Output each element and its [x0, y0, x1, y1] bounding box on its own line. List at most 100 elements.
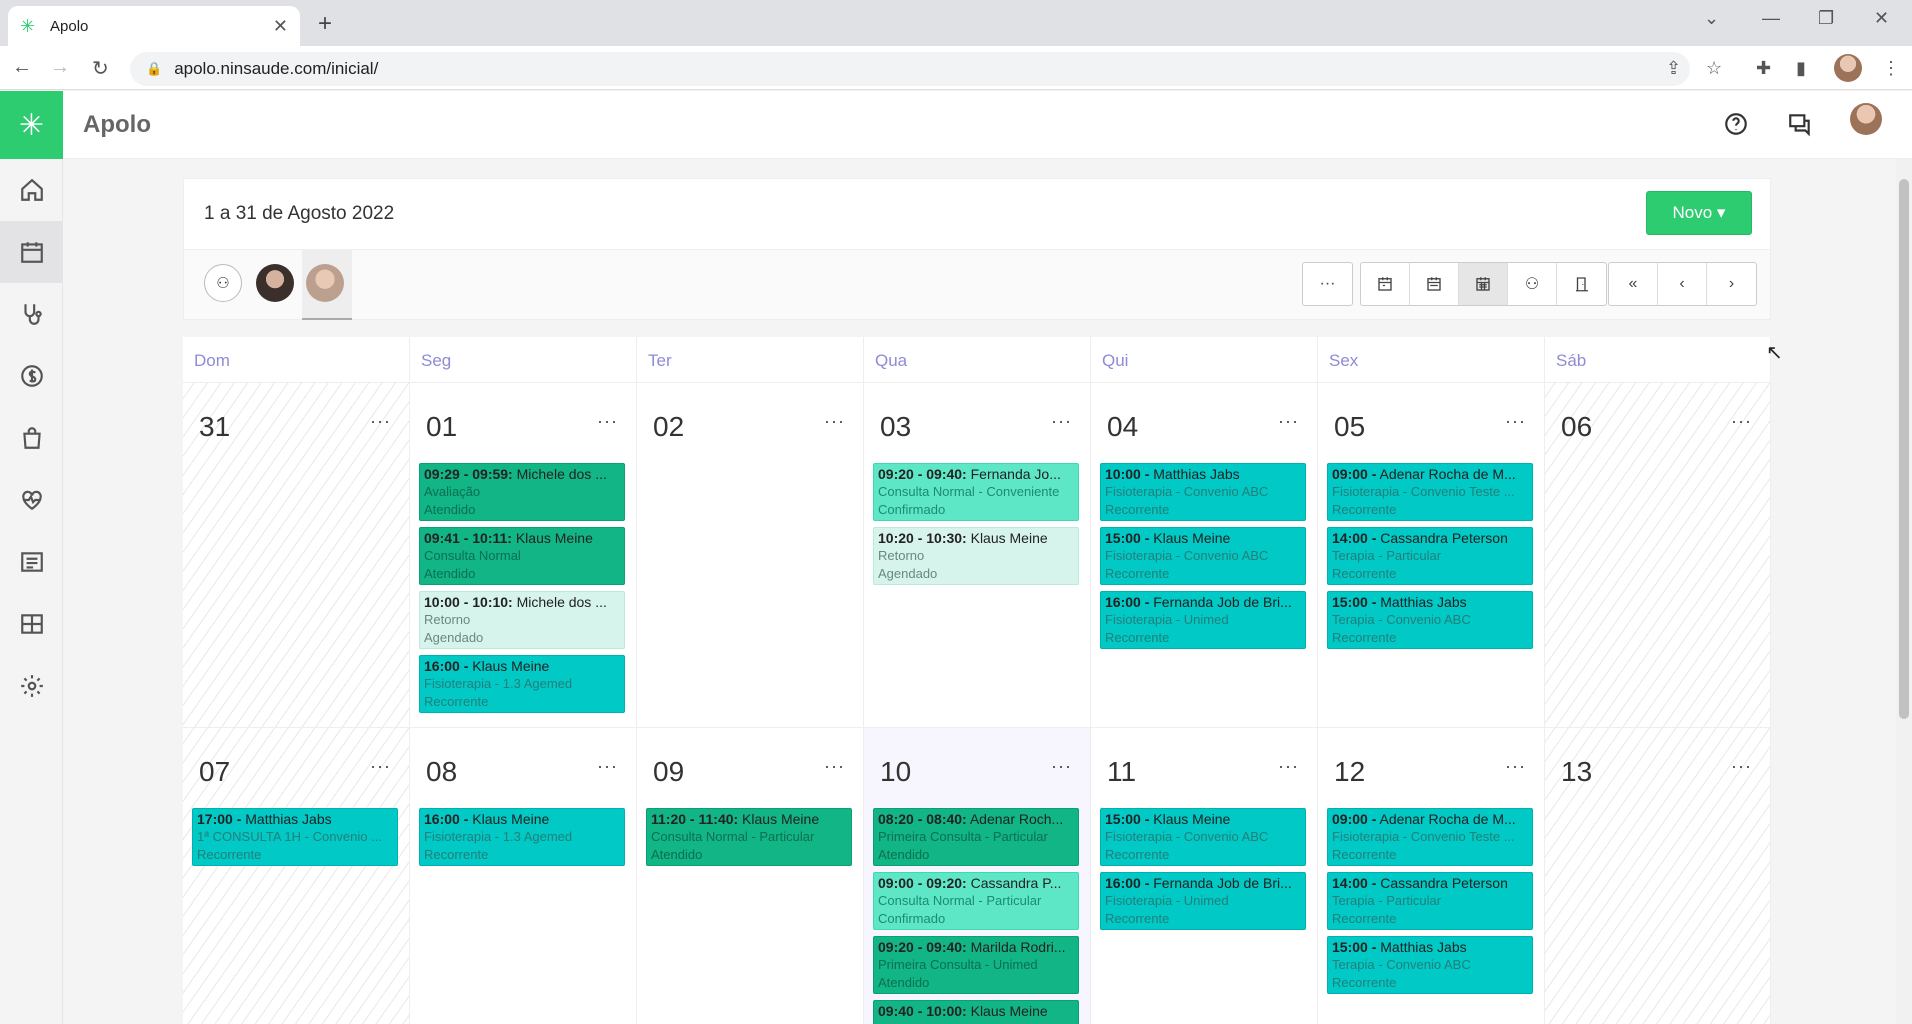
- day-cell[interactable]: 12 ··· 09:00 - Adenar Rocha de M... Fisiote…: [1318, 728, 1545, 1024]
- back-icon[interactable]: ←: [12, 56, 32, 79]
- sidebar-item-home[interactable]: [0, 159, 63, 221]
- appointment-card[interactable]: 15:00 - Matthias Jabs Terapia - Convenio …: [1327, 591, 1533, 649]
- month-view-button[interactable]: [1459, 263, 1508, 305]
- appointment-status: Recorrente: [1332, 566, 1397, 581]
- day-cell[interactable]: 05 ··· 09:00 - Adenar Rocha de M... Fisiote…: [1318, 383, 1545, 728]
- day-more-icon[interactable]: ···: [1051, 756, 1072, 777]
- user-avatar[interactable]: [1850, 103, 1882, 135]
- appointment-card[interactable]: 08:20 - 08:40: Adenar Roch... Primeira Co…: [873, 808, 1079, 866]
- appointment-card[interactable]: 14:00 - Cassandra Peterson Terapia - Part…: [1327, 872, 1533, 930]
- appointment-card[interactable]: 10:00 - Matthias Jabs Fisioterapia - Conv…: [1100, 463, 1306, 521]
- appointment-card[interactable]: 16:00 - Fernanda Job de Bri... Fisioterap…: [1100, 591, 1306, 649]
- appointment-card[interactable]: 17:00 - Matthias Jabs 1ª CONSULTA 1H - Co…: [192, 808, 398, 866]
- appointment-card[interactable]: 16:00 - Fernanda Job de Bri... Fisioterap…: [1100, 872, 1306, 930]
- appointment-title: 08:20 - 08:40: Adenar Roch...: [878, 811, 1074, 828]
- sidebar-item-clinical[interactable]: [0, 283, 63, 345]
- browser-profile-avatar[interactable]: [1834, 54, 1862, 82]
- help-icon[interactable]: [1723, 111, 1749, 137]
- day-cell[interactable]: 02 ···: [637, 383, 864, 728]
- browser-tab[interactable]: ✳ Apolo ✕: [8, 6, 300, 46]
- sidebar-item-shop[interactable]: [0, 407, 63, 469]
- app-logo-icon[interactable]: ✳: [0, 91, 63, 159]
- day-more-icon[interactable]: ···: [1731, 756, 1752, 777]
- day-more-icon[interactable]: ···: [1278, 756, 1299, 777]
- appointment-card[interactable]: 09:29 - 09:59: Michele dos ... Avaliação A…: [419, 463, 625, 521]
- scrollbar-thumb[interactable]: [1899, 179, 1909, 719]
- appointment-card[interactable]: 09:20 - 09:40: Marilda Rodri... Primeira …: [873, 936, 1079, 994]
- day-cell[interactable]: 09 ··· 11:20 - 11:40: Klaus Meine Consulta …: [637, 728, 864, 1024]
- appointment-card[interactable]: 15:00 - Klaus Meine Fisioterapia - Conven…: [1100, 527, 1306, 585]
- day-cell[interactable]: 01 ··· 09:29 - 09:59: Michele dos ... Avali…: [410, 383, 637, 728]
- appointment-time: 15:00 -: [1332, 594, 1377, 610]
- day-more-icon[interactable]: ···: [1051, 411, 1072, 432]
- day-view-button[interactable]: [1361, 263, 1410, 305]
- professional-view-button[interactable]: ⚇: [1508, 263, 1557, 305]
- close-tab-icon[interactable]: ✕: [273, 16, 288, 37]
- restore-icon[interactable]: ❐: [1818, 8, 1834, 29]
- day-more-icon[interactable]: ···: [597, 411, 618, 432]
- chat-icon[interactable]: [1787, 111, 1813, 137]
- page-scrollbar[interactable]: [1896, 159, 1912, 1024]
- appointment-card[interactable]: 10:00 - 10:10: Michele dos ... Retorno Age…: [419, 591, 625, 649]
- day-more-icon[interactable]: ···: [370, 756, 391, 777]
- day-more-icon[interactable]: ···: [1505, 411, 1526, 432]
- day-cell[interactable]: 06 ···: [1545, 383, 1771, 728]
- more-options-button[interactable]: ···: [1303, 263, 1352, 305]
- day-cell[interactable]: 07 ··· 17:00 - Matthias Jabs 1ª CONSULTA 1H…: [183, 728, 410, 1024]
- appointment-card[interactable]: 10:20 - 10:30: Klaus Meine Retorno Agendad…: [873, 527, 1079, 585]
- day-more-icon[interactable]: ···: [824, 411, 845, 432]
- day-cell[interactable]: 08 ··· 16:00 - Klaus Meine Fisioterapia - 1…: [410, 728, 637, 1024]
- day-more-icon[interactable]: ···: [1505, 756, 1526, 777]
- tab-search-icon[interactable]: ⌄: [1704, 8, 1719, 29]
- browser-menu-icon[interactable]: ⋮: [1882, 58, 1900, 79]
- day-more-icon[interactable]: ···: [597, 756, 618, 777]
- appointment-card[interactable]: 09:00 - Adenar Rocha de M... Fisioterapia…: [1327, 463, 1533, 521]
- sidebar-item-reports[interactable]: [0, 531, 63, 593]
- minimize-icon[interactable]: —: [1762, 8, 1780, 29]
- day-cell[interactable]: 11 ··· 15:00 - Klaus Meine Fisioterapia - C…: [1091, 728, 1318, 1024]
- sidebar-item-dashboard[interactable]: [0, 593, 63, 655]
- appointment-card[interactable]: 09:20 - 09:40: Fernanda Jo... Consulta No…: [873, 463, 1079, 521]
- previous-button[interactable]: ‹: [1658, 263, 1707, 305]
- day-cell[interactable]: 13 ···: [1545, 728, 1771, 1024]
- sidebar-item-health[interactable]: [0, 469, 63, 531]
- sidebar-item-calendar[interactable]: [0, 221, 63, 283]
- appointment-card[interactable]: 09:40 - 10:00: Klaus Meine: [873, 1000, 1079, 1024]
- appointment-card[interactable]: 16:00 - Klaus Meine Fisioterapia - 1.3 Ag…: [419, 808, 625, 866]
- day-cell[interactable]: 10 ··· 08:20 - 08:40: Adenar Roch... Primei…: [864, 728, 1091, 1024]
- url-field[interactable]: 🔒 apolo.ninsaude.com/inicial/: [130, 52, 1690, 86]
- reload-icon[interactable]: ↻: [92, 56, 109, 81]
- side-panel-icon[interactable]: ▮: [1796, 58, 1806, 79]
- week-view-button[interactable]: [1410, 263, 1459, 305]
- appointment-card[interactable]: 09:41 - 10:11: Klaus Meine Consulta Norma…: [419, 527, 625, 585]
- new-tab-icon[interactable]: +: [318, 10, 332, 38]
- appointment-card[interactable]: 15:00 - Matthias Jabs Terapia - Convenio …: [1327, 936, 1533, 994]
- close-window-icon[interactable]: ✕: [1874, 8, 1889, 29]
- day-more-icon[interactable]: ···: [1278, 411, 1299, 432]
- room-view-button[interactable]: [1557, 263, 1606, 305]
- appointment-card[interactable]: 15:00 - Klaus Meine Fisioterapia - Conven…: [1100, 808, 1306, 866]
- forward-icon[interactable]: →: [50, 56, 70, 79]
- sidebar-item-finance[interactable]: [0, 345, 63, 407]
- appointment-card[interactable]: 11:20 - 11:40: Klaus Meine Consulta Norma…: [646, 808, 852, 866]
- today-button[interactable]: «: [1609, 263, 1658, 305]
- day-more-icon[interactable]: ···: [824, 756, 845, 777]
- day-cell[interactable]: 04 ··· 10:00 - Matthias Jabs Fisioterapia -…: [1091, 383, 1318, 728]
- appointment-card[interactable]: 09:00 - 09:20: Cassandra P... Consulta No…: [873, 872, 1079, 930]
- day-more-icon[interactable]: ···: [370, 411, 391, 432]
- sidebar-item-settings[interactable]: [0, 655, 63, 717]
- day-more-icon[interactable]: ···: [1731, 411, 1752, 432]
- day-cell[interactable]: 03 ··· 09:20 - 09:40: Fernanda Jo... Consul…: [864, 383, 1091, 728]
- share-icon[interactable]: ⇪: [1666, 58, 1681, 79]
- appointment-card[interactable]: 09:00 - Adenar Rocha de M... Fisioterapia…: [1327, 808, 1533, 866]
- appointment-card[interactable]: 14:00 - Cassandra Peterson Terapia - Part…: [1327, 527, 1533, 585]
- appointment-card[interactable]: 16:00 - Klaus Meine Fisioterapia - 1.3 Ag…: [419, 655, 625, 713]
- day-cell[interactable]: 31 ···: [183, 383, 410, 728]
- all-professionals-filter[interactable]: ⚇: [204, 264, 242, 302]
- extensions-icon[interactable]: ✚: [1756, 58, 1771, 79]
- professional-avatar-2[interactable]: [306, 264, 344, 302]
- new-button[interactable]: Novo ▾: [1646, 191, 1752, 235]
- bookmark-star-icon[interactable]: ☆: [1706, 58, 1722, 79]
- professional-avatar-1[interactable]: [256, 264, 294, 302]
- next-button[interactable]: ›: [1707, 263, 1756, 305]
